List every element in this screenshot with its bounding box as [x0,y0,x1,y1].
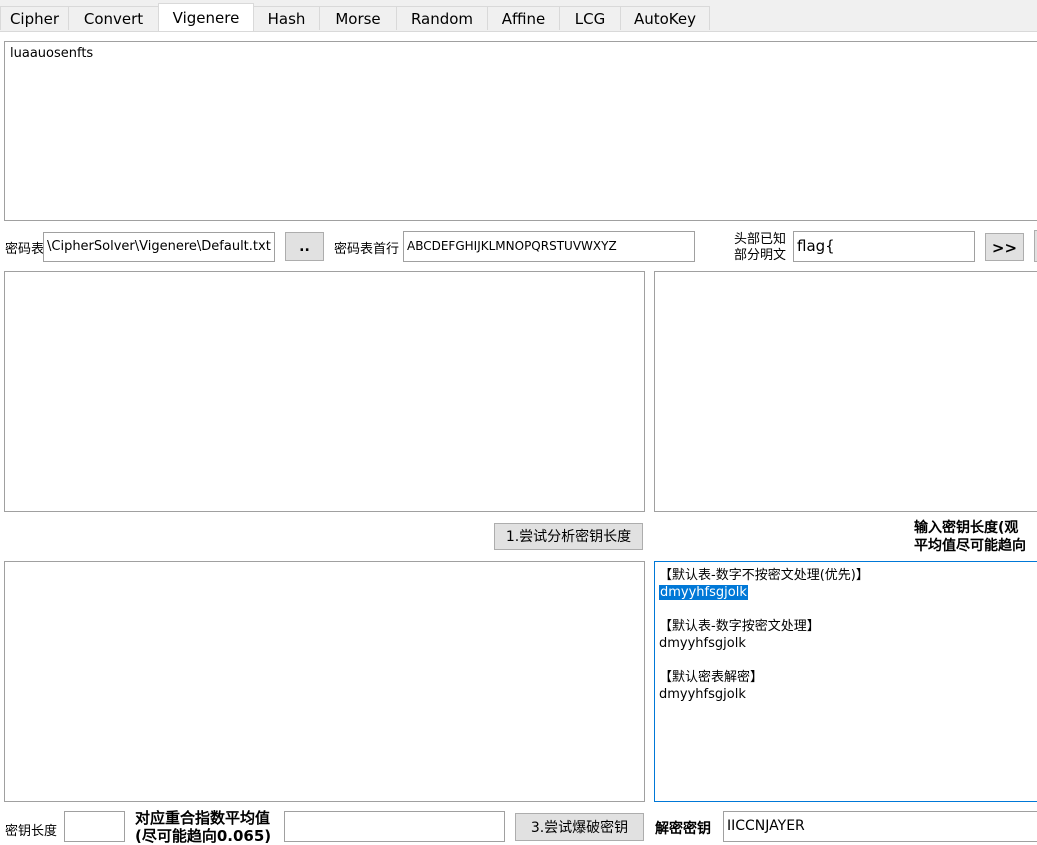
decrypt-key-input[interactable]: IICCNJAYER [723,811,1037,842]
result-value: dmyyhfsgjolk [659,687,746,702]
result-value: dmyyhfsgjolk [659,636,746,651]
ciphertext-textarea[interactable]: luaauosenfts [4,41,1037,221]
table-label: 密码表 [5,242,45,257]
result-value-selected: dmyyhfsgjolk [659,585,748,600]
tab-bar: Cipher Convert Vigenere Hash Morse Rando… [0,0,1037,32]
ciphertext-text: luaauosenfts [10,46,94,61]
tab-lcg[interactable]: LCG [559,6,621,30]
ic-average-input[interactable] [284,811,505,842]
key-length-input[interactable] [64,811,125,842]
ic-label-1: 对应重合指数平均值 [135,809,271,827]
key-length-hint-1: 输入密钥长度(观 [914,520,1019,536]
tab-random[interactable]: Random [396,6,488,30]
first-row-input[interactable]: ABCDEFGHIJKLMNOPQRSTUVWXYZ [403,231,695,262]
ic-label-2: (尽可能趋向0.065) [135,827,272,845]
tab-hash[interactable]: Hash [253,6,320,30]
brute-force-key-button[interactable]: 3.尝试爆破密钥 [515,813,644,841]
apply-known-plaintext-button[interactable]: >> [985,233,1024,261]
known-plaintext-input[interactable]: flag{ [793,231,975,262]
key-length-label: 密钥长度 [5,824,58,839]
side-output-textarea[interactable] [654,271,1037,512]
tab-morse[interactable]: Morse [319,6,397,30]
tab-autokey[interactable]: AutoKey [620,6,710,30]
tab-cipher[interactable]: Cipher [0,6,69,30]
known-plaintext-label-1: 头部已知 [734,232,787,247]
result-header: 【默认表-数字不按密文处理(优先)】 [659,568,869,583]
tab-convert[interactable]: Convert [68,6,159,30]
known-plaintext-label-2: 部分明文 [734,248,787,263]
result-header: 【默认密表解密】 [659,670,764,685]
browse-button[interactable]: .. [285,232,324,261]
key-length-output-textarea[interactable] [4,561,645,802]
tab-vigenere[interactable]: Vigenere [158,3,254,31]
decrypt-result-textarea[interactable]: 【默认表-数字不按密文处理(优先)】 dmyyhfsgjolk 【默认表-数字按… [654,561,1037,802]
table-path-input[interactable]: \CipherSolver\Vigenere\Default.txt [43,232,275,262]
first-row-label: 密码表首行 [334,242,400,257]
result-header: 【默认表-数字按密文处理】 [659,619,820,634]
analyze-key-length-button[interactable]: 1.尝试分析密钥长度 [494,523,643,550]
decrypt-key-label: 解密密钥 [655,821,711,837]
tab-affine[interactable]: Affine [487,6,560,30]
analysis-output-textarea[interactable] [4,271,645,512]
key-length-hint-2: 平均值尽可能趋向 [914,538,1026,554]
